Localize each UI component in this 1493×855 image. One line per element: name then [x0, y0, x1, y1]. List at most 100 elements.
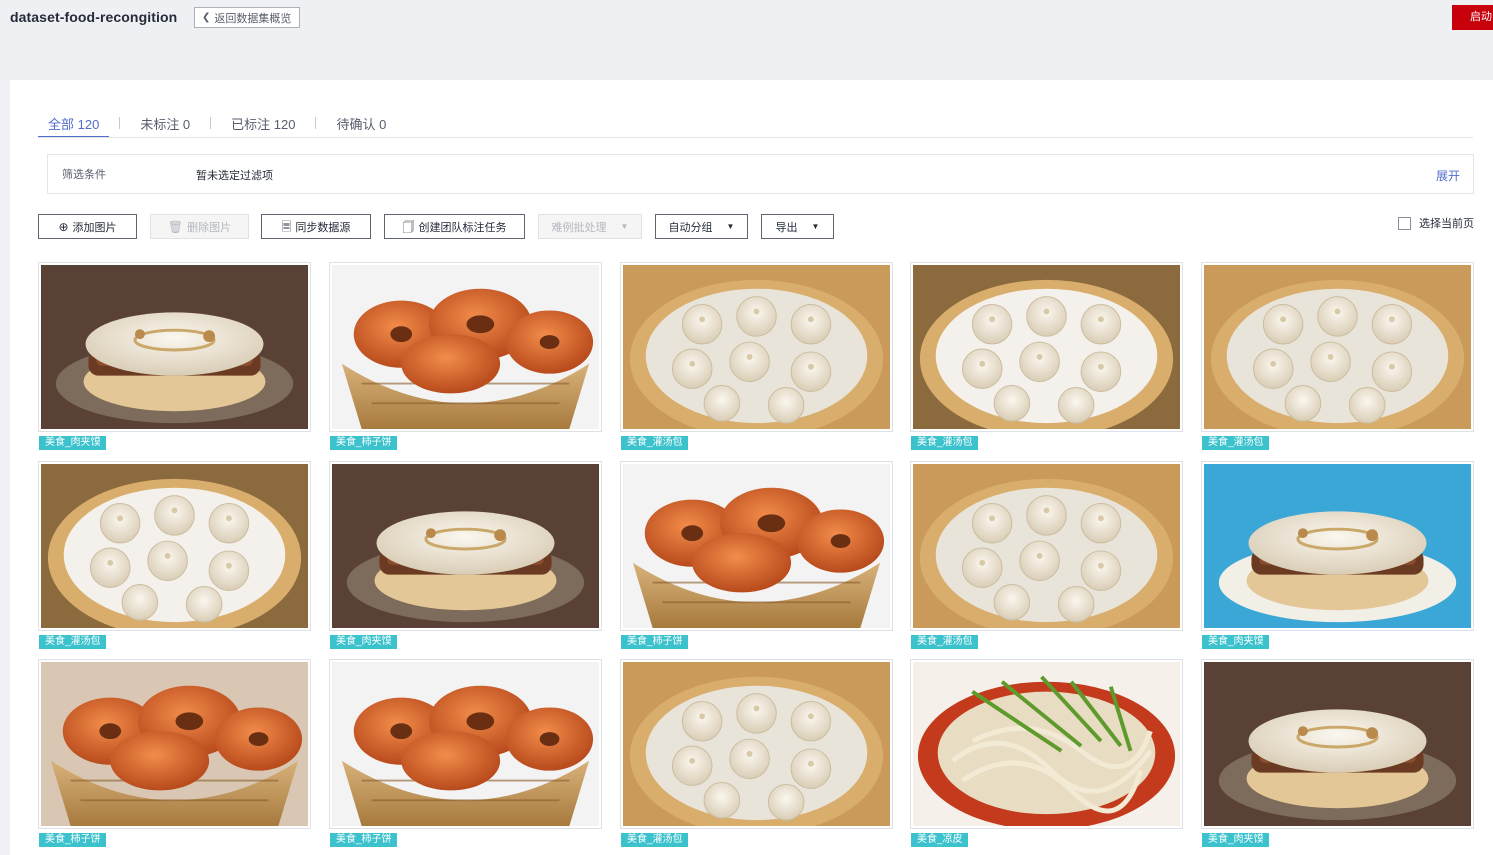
image-frame[interactable] — [1201, 461, 1474, 631]
label-tag: 美食_凉皮 — [911, 833, 968, 847]
add-image-label: 添加图片 — [72, 221, 117, 234]
label-tag: 美食_灌汤包 — [911, 635, 978, 649]
status-tabs: 全部 120 未标注 0 已标注 120 待确认 0 — [38, 113, 396, 138]
start-button[interactable]: 启动 — [1452, 5, 1493, 30]
image-card[interactable]: 美食_灌汤包 — [620, 659, 893, 847]
image-card[interactable]: 美食_灌汤包 — [910, 262, 1183, 450]
image-card[interactable]: 美食_肉夹馍 — [1201, 659, 1474, 847]
image-frame[interactable] — [329, 262, 602, 432]
label-tag: 美食_灌汤包 — [1202, 436, 1269, 450]
image-card[interactable]: 美食_肉夹馍 — [329, 461, 602, 649]
tab-divider — [119, 117, 121, 129]
tab-pending[interactable]: 待确认 0 — [326, 114, 396, 133]
auto-group-dropdown[interactable]: 自动分组 ▼ — [655, 214, 748, 239]
back-button-label: 返回数据集概览 — [214, 12, 292, 25]
image-card[interactable]: 美食_柿子饼 — [38, 659, 311, 847]
food-thumbnail[interactable] — [41, 464, 308, 628]
food-thumbnail[interactable] — [1204, 464, 1471, 628]
label-tag: 美食_灌汤包 — [621, 833, 688, 847]
dataset-title: dataset-food-recongition — [10, 9, 178, 25]
create-team-task-label: 创建团队标注任务 — [418, 221, 507, 234]
export-dropdown[interactable]: 导出 ▼ — [761, 214, 834, 239]
filter-value: 暂未选定过滤项 — [196, 170, 273, 182]
image-frame[interactable] — [620, 659, 893, 829]
tab-all[interactable]: 全部 120 — [38, 114, 110, 138]
image-card[interactable]: 美食_柿子饼 — [329, 659, 602, 847]
label-tag: 美食_肉夹馍 — [39, 436, 106, 450]
image-frame[interactable] — [910, 461, 1183, 631]
tab-unlabeled[interactable]: 未标注 0 — [130, 114, 200, 133]
hard-case-dropdown[interactable]: 难例批处理 ▼ — [538, 214, 642, 239]
caret-down-icon: ▼ — [726, 222, 735, 231]
food-thumbnail[interactable] — [623, 265, 890, 429]
image-frame[interactable] — [38, 461, 311, 631]
tab-labeled[interactable]: 已标注 120 — [221, 114, 305, 133]
image-frame[interactable] — [620, 461, 893, 631]
add-image-button[interactable]: ⊕ 添加图片 — [38, 214, 137, 239]
create-team-task-button[interactable]: 🗍 创建团队标注任务 — [384, 214, 525, 239]
back-to-overview-button[interactable]: ❮ 返回数据集概览 — [194, 7, 301, 28]
export-label: 导出 — [775, 221, 798, 234]
food-thumbnail[interactable] — [623, 662, 890, 826]
sync-document-icon: 🗏 — [281, 219, 292, 234]
trash-icon: 🗑 — [167, 219, 184, 234]
image-frame[interactable] — [329, 659, 602, 829]
label-tag: 美食_柿子饼 — [39, 833, 106, 847]
chevron-left-icon: ❮ — [202, 12, 211, 23]
filter-label: 筛选条件 — [62, 169, 106, 181]
food-thumbnail[interactable] — [332, 662, 599, 826]
label-tag: 美食_灌汤包 — [621, 436, 688, 450]
image-frame[interactable] — [38, 262, 311, 432]
caret-down-icon: ▼ — [620, 222, 629, 231]
image-frame[interactable] — [1201, 262, 1474, 432]
label-tag: 美食_柿子饼 — [330, 833, 397, 847]
image-card[interactable]: 美食_灌汤包 — [620, 262, 893, 450]
image-card[interactable]: 美食_灌汤包 — [1201, 262, 1474, 450]
label-tag: 美食_柿子饼 — [621, 635, 688, 649]
filter-bar: 筛选条件 暂未选定过滤项 展开 — [47, 154, 1474, 194]
image-card[interactable]: 美食_肉夹馍 — [1201, 461, 1474, 649]
task-document-icon: 🗍 — [402, 219, 415, 234]
food-thumbnail[interactable] — [1204, 265, 1471, 429]
select-page-checkbox[interactable] — [1398, 216, 1411, 230]
label-tag: 美食_肉夹馍 — [330, 635, 397, 649]
food-thumbnail[interactable] — [913, 464, 1180, 628]
image-card[interactable]: 美食_柿子饼 — [329, 262, 602, 450]
image-frame[interactable] — [38, 659, 311, 829]
food-thumbnail[interactable] — [913, 265, 1180, 429]
image-card[interactable]: 美食_柿子饼 — [620, 461, 893, 649]
label-tag: 美食_肉夹馍 — [1202, 635, 1269, 649]
food-thumbnail[interactable] — [332, 464, 599, 628]
food-thumbnail[interactable] — [41, 662, 308, 826]
food-thumbnail[interactable] — [623, 464, 890, 628]
label-tag: 美食_柿子饼 — [330, 436, 397, 450]
sync-source-button[interactable]: 🗏 同步数据源 — [261, 214, 371, 239]
tab-divider — [210, 117, 212, 129]
image-card[interactable]: 美食_灌汤包 — [38, 461, 311, 649]
image-card[interactable]: 美食_凉皮 — [910, 659, 1183, 847]
select-current-page[interactable]: 选择当前页 — [1398, 215, 1474, 231]
image-frame[interactable] — [910, 659, 1183, 829]
food-thumbnail[interactable] — [913, 662, 1180, 826]
food-thumbnail[interactable] — [332, 265, 599, 429]
delete-image-button[interactable]: 🗑 删除图片 — [150, 214, 249, 239]
image-frame[interactable] — [329, 461, 602, 631]
label-tag: 美食_肉夹馍 — [1202, 833, 1269, 847]
image-card[interactable]: 美食_肉夹馍 — [38, 262, 311, 450]
filter-expand-link[interactable]: 展开 — [1436, 167, 1460, 184]
image-frame[interactable] — [1201, 659, 1474, 829]
tabs-underline — [38, 137, 1473, 138]
image-frame[interactable] — [910, 262, 1183, 432]
auto-group-label: 自动分组 — [668, 221, 713, 234]
tab-divider — [315, 117, 317, 129]
delete-image-label: 删除图片 — [187, 221, 232, 234]
hard-case-label: 难例批处理 — [551, 221, 607, 234]
food-thumbnail[interactable] — [1204, 662, 1471, 826]
label-tag: 美食_灌汤包 — [39, 635, 106, 649]
food-thumbnail[interactable] — [41, 265, 308, 429]
sync-source-label: 同步数据源 — [295, 221, 351, 234]
image-card[interactable]: 美食_灌汤包 — [910, 461, 1183, 649]
select-page-label: 选择当前页 — [1419, 218, 1474, 230]
top-bar: dataset-food-recongition ❮ 返回数据集概览 启动 — [0, 0, 1493, 80]
image-frame[interactable] — [620, 262, 893, 432]
